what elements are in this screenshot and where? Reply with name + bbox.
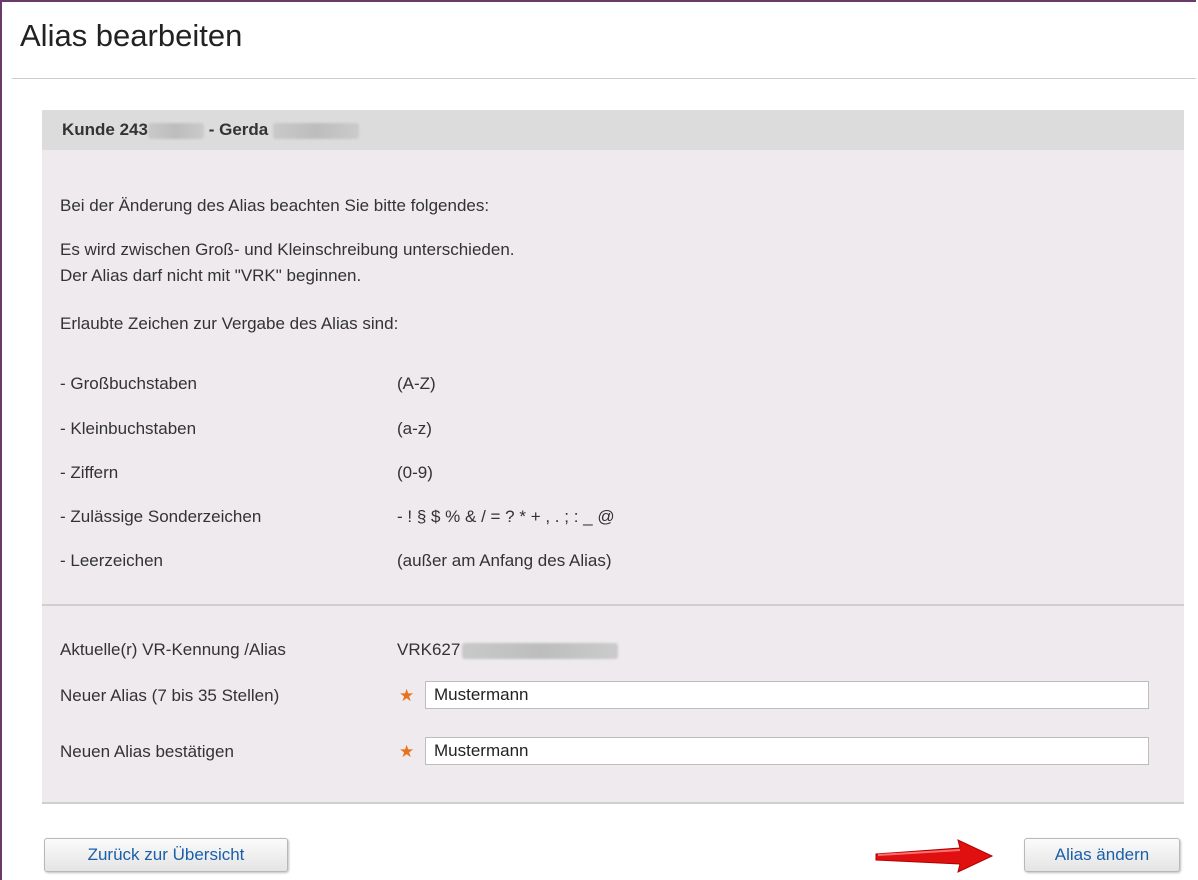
confirm-alias-input[interactable] xyxy=(425,737,1149,765)
char-rule-value: (außer am Anfang des Alias) xyxy=(397,551,612,570)
allowed-chars-heading: Erlaubte Zeichen zur Vergabe des Alias s… xyxy=(60,314,399,333)
current-alias-label: Aktuelle(r) VR-Kennung /Alias xyxy=(60,640,286,659)
new-alias-label: Neuer Alias (7 bis 35 Stellen) xyxy=(60,686,280,705)
confirm-alias-label: Neuen Alias bestätigen xyxy=(60,742,234,761)
change-alias-button[interactable]: Alias ändern xyxy=(1024,838,1180,872)
current-alias-prefix: VRK627 xyxy=(397,640,461,659)
rules-intro: Bei der Änderung des Alias beachten Sie … xyxy=(60,196,490,215)
alias-rules-panel: Bei der Änderung des Alias beachten Sie … xyxy=(42,150,1184,605)
title-divider xyxy=(12,78,1196,79)
required-star-icon: ★ xyxy=(399,686,415,705)
back-to-overview-button[interactable]: Zurück zur Übersicht xyxy=(44,838,288,872)
char-rule-value: (A-Z) xyxy=(397,374,436,393)
new-alias-input[interactable] xyxy=(425,681,1149,709)
char-rule-value: - ! § $ % & / = ? * + , . ; : _ @ xyxy=(397,507,615,526)
customer-name-prefix: - Gerda xyxy=(203,120,273,139)
redacted-name xyxy=(272,122,359,139)
char-rule-label: - Kleinbuchstaben xyxy=(60,419,197,438)
char-rule-label: - Leerzeichen xyxy=(60,551,164,570)
char-rule-value: (a-z) xyxy=(397,419,432,438)
page-title: Alias bearbeiten xyxy=(20,18,243,53)
required-star-icon: ★ xyxy=(399,742,415,761)
char-rule-value: (0-9) xyxy=(397,463,433,482)
alias-form: Aktuelle(r) VR-Kennung /Alias VRK627 Neu… xyxy=(42,606,1184,802)
redacted-number xyxy=(147,122,204,139)
red-arrow-icon xyxy=(875,839,994,873)
rule-no-vrk-prefix: Der Alias darf nicht mit "VRK" beginnen. xyxy=(60,266,362,285)
rule-case-sensitive: Es wird zwischen Groß- und Kleinschreibu… xyxy=(60,240,515,259)
form-divider xyxy=(42,802,1184,804)
redacted-alias xyxy=(462,642,619,659)
customer-number: Kunde 243 xyxy=(62,120,148,139)
char-rule-label: - Großbuchstaben xyxy=(60,374,198,393)
char-rule-label: - Zulässige Sonderzeichen xyxy=(60,507,262,526)
customer-label: Kunde 243 - Gerda xyxy=(62,120,359,140)
current-alias-value: VRK627 xyxy=(397,640,619,660)
customer-header: Kunde 243 - Gerda xyxy=(42,110,1184,150)
char-rule-label: - Ziffern xyxy=(60,463,119,482)
